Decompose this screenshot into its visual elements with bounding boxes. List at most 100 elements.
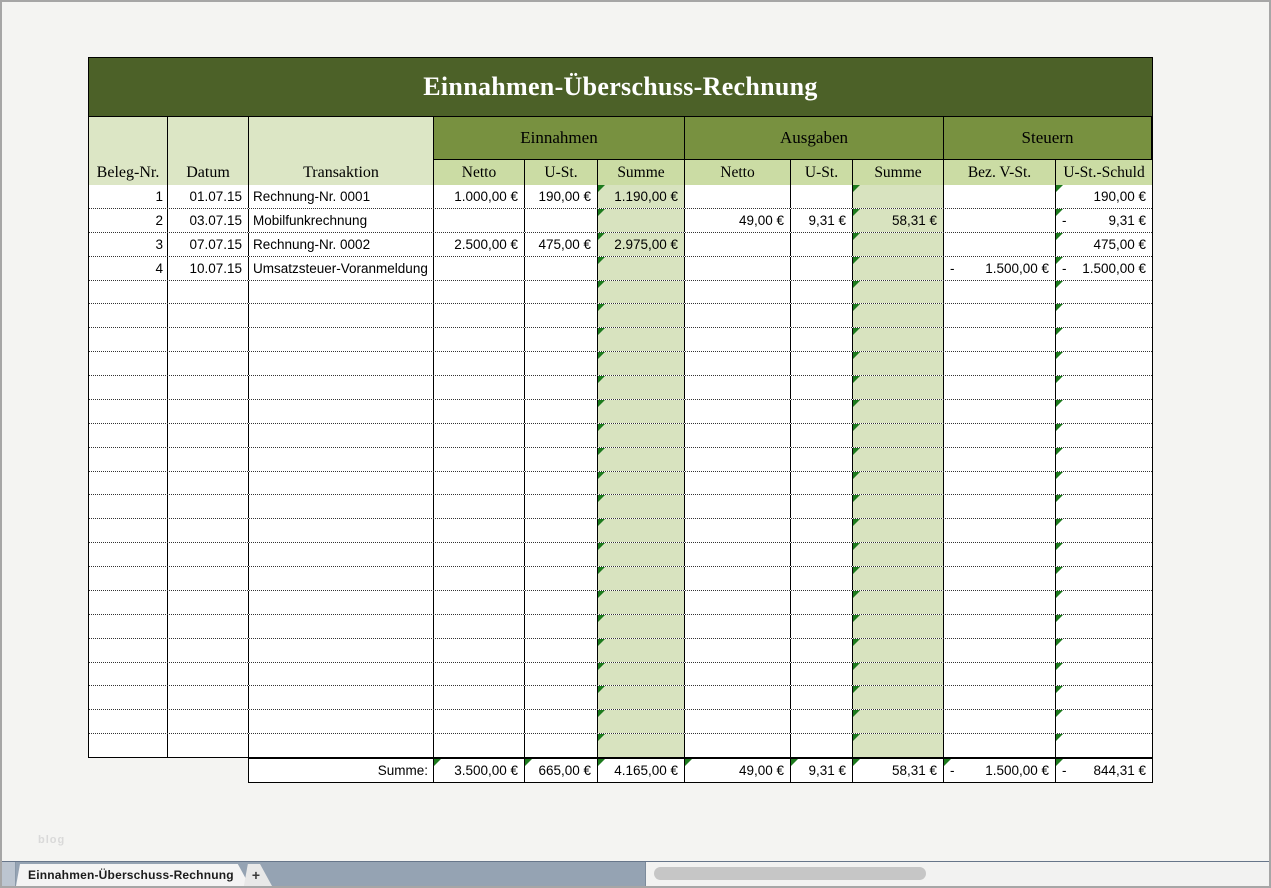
cell-e_netto[interactable] xyxy=(434,710,525,733)
cell-datum[interactable] xyxy=(168,519,249,542)
cell-e_ust[interactable] xyxy=(525,424,598,447)
cell-transaktion[interactable]: Mobilfunkrechnung xyxy=(249,209,434,232)
cell-e_netto[interactable] xyxy=(434,567,525,590)
cell-a_summe[interactable] xyxy=(853,495,944,518)
cell-a_summe[interactable] xyxy=(853,233,944,256)
cell-ust_schuld[interactable] xyxy=(1056,734,1152,757)
cell-ust_schuld[interactable] xyxy=(1056,519,1152,542)
cell-a_summe[interactable] xyxy=(853,185,944,208)
cell-beleg[interactable] xyxy=(89,639,168,662)
cell-bez_vst[interactable] xyxy=(944,352,1056,375)
cell-bez_vst[interactable] xyxy=(944,543,1056,566)
cell-a_ust[interactable] xyxy=(791,710,853,733)
cell-a_netto[interactable]: 49,00 € xyxy=(685,209,791,232)
cell-a_ust[interactable] xyxy=(791,639,853,662)
cell-datum[interactable] xyxy=(168,663,249,686)
cell-bez_vst[interactable] xyxy=(944,376,1056,399)
cell-ust_schuld[interactable] xyxy=(1056,424,1152,447)
cell-beleg[interactable] xyxy=(89,424,168,447)
cell-a_ust[interactable] xyxy=(791,304,853,327)
summary-ausgaben-ust[interactable]: 9,31 € xyxy=(791,759,853,782)
cell-e_ust[interactable]: 475,00 € xyxy=(525,233,598,256)
cell-a_netto[interactable] xyxy=(685,424,791,447)
cell-transaktion[interactable] xyxy=(249,686,434,709)
group-header-steuern[interactable]: Steuern xyxy=(944,117,1152,160)
col-header-ausgaben-summe[interactable]: Summe xyxy=(853,160,944,185)
cell-beleg[interactable] xyxy=(89,686,168,709)
horizontal-scrollbar[interactable] xyxy=(645,862,1269,886)
cell-e_netto[interactable]: 2.500,00 € xyxy=(434,233,525,256)
cell-e_summe[interactable] xyxy=(598,257,685,280)
cell-a_netto[interactable] xyxy=(685,185,791,208)
cell-e_netto[interactable] xyxy=(434,281,525,304)
cell-beleg[interactable] xyxy=(89,710,168,733)
cell-ust_schuld[interactable] xyxy=(1056,376,1152,399)
cell-a_ust[interactable] xyxy=(791,376,853,399)
cell-ust_schuld[interactable] xyxy=(1056,448,1152,471)
cell-datum[interactable] xyxy=(168,304,249,327)
cell-beleg[interactable] xyxy=(89,376,168,399)
cell-ust_schuld[interactable]: 475,00 € xyxy=(1056,233,1152,256)
cell-e_ust[interactable] xyxy=(525,304,598,327)
cell-e_netto[interactable] xyxy=(434,448,525,471)
cell-e_ust[interactable] xyxy=(525,209,598,232)
cell-a_ust[interactable] xyxy=(791,734,853,757)
cell-a_ust[interactable] xyxy=(791,400,853,423)
cell-a_netto[interactable] xyxy=(685,543,791,566)
cell-e_netto[interactable] xyxy=(434,615,525,638)
cell-datum[interactable] xyxy=(168,543,249,566)
cell-e_summe[interactable] xyxy=(598,639,685,662)
cell-transaktion[interactable] xyxy=(249,567,434,590)
cell-a_ust[interactable] xyxy=(791,424,853,447)
cell-beleg[interactable] xyxy=(89,281,168,304)
cell-beleg[interactable] xyxy=(89,304,168,327)
cell-e_summe[interactable] xyxy=(598,304,685,327)
cell-e_netto[interactable] xyxy=(434,639,525,662)
cell-e_ust[interactable] xyxy=(525,281,598,304)
cell-transaktion[interactable] xyxy=(249,591,434,614)
cell-a_netto[interactable] xyxy=(685,734,791,757)
cell-ust_schuld[interactable] xyxy=(1056,663,1152,686)
cell-bez_vst[interactable] xyxy=(944,663,1056,686)
cell-datum[interactable]: 03.07.15 xyxy=(168,209,249,232)
cell-a_netto[interactable] xyxy=(685,400,791,423)
cell-a_netto[interactable] xyxy=(685,686,791,709)
cell-beleg[interactable] xyxy=(89,734,168,757)
cell-datum[interactable] xyxy=(168,495,249,518)
summary-bez-vst[interactable]: -1.500,00 € xyxy=(944,759,1056,782)
cell-a_summe[interactable] xyxy=(853,304,944,327)
cell-datum[interactable] xyxy=(168,567,249,590)
cell-beleg[interactable] xyxy=(89,663,168,686)
col-header-ust-schuld[interactable]: U-St.-Schuld xyxy=(1056,160,1152,185)
cell-e_summe[interactable] xyxy=(598,615,685,638)
cell-transaktion[interactable] xyxy=(249,710,434,733)
cell-e_netto[interactable] xyxy=(434,376,525,399)
cell-a_ust[interactable] xyxy=(791,663,853,686)
cell-beleg[interactable] xyxy=(89,519,168,542)
cell-beleg[interactable]: 1 xyxy=(89,185,168,208)
cell-e_summe[interactable] xyxy=(598,472,685,495)
cell-a_summe[interactable] xyxy=(853,734,944,757)
cell-datum[interactable] xyxy=(168,639,249,662)
cell-a_summe[interactable] xyxy=(853,352,944,375)
cell-a_ust[interactable] xyxy=(791,567,853,590)
cell-a_summe[interactable]: 58,31 € xyxy=(853,209,944,232)
cell-e_ust[interactable] xyxy=(525,257,598,280)
cell-a_netto[interactable] xyxy=(685,639,791,662)
cell-a_summe[interactable] xyxy=(853,424,944,447)
cell-transaktion[interactable] xyxy=(249,376,434,399)
cell-e_summe[interactable] xyxy=(598,448,685,471)
cell-e_netto[interactable] xyxy=(434,519,525,542)
cell-e_ust[interactable] xyxy=(525,639,598,662)
cell-e_ust[interactable] xyxy=(525,591,598,614)
cell-a_ust[interactable] xyxy=(791,281,853,304)
cell-datum[interactable] xyxy=(168,734,249,757)
cell-bez_vst[interactable] xyxy=(944,591,1056,614)
cell-a_netto[interactable] xyxy=(685,352,791,375)
cell-a_summe[interactable] xyxy=(853,400,944,423)
cell-a_summe[interactable] xyxy=(853,472,944,495)
cell-transaktion[interactable]: Umsatzsteuer-Voranmeldung xyxy=(249,257,434,280)
cell-bez_vst[interactable] xyxy=(944,281,1056,304)
cell-a_summe[interactable] xyxy=(853,448,944,471)
cell-e_netto[interactable] xyxy=(434,543,525,566)
